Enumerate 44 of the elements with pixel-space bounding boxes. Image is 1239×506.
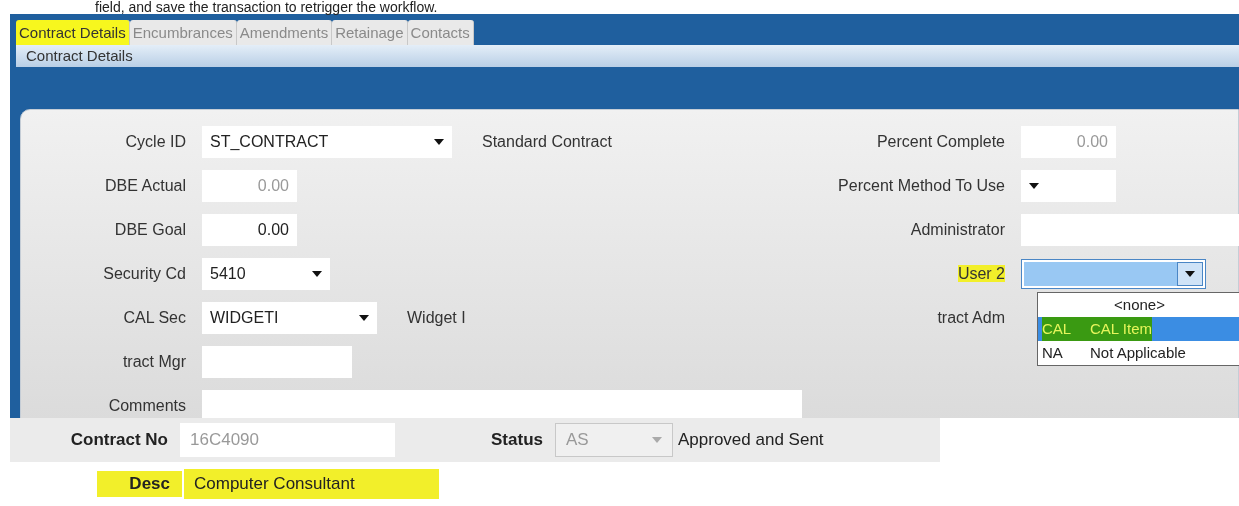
combo-field[interactable]	[1021, 259, 1206, 289]
tab[interactable]: Retainage	[332, 20, 408, 45]
dropdown-field[interactable]: 5410	[202, 258, 330, 290]
tab[interactable]: Encumbrances	[129, 20, 237, 45]
caption-text: field, and save the transaction to retrigger the workflow.	[94, 0, 439, 14]
input-field[interactable]	[202, 346, 352, 378]
caret-icon	[359, 315, 369, 321]
field-label: DBE Goal	[114, 221, 186, 238]
field-label: Administrator	[910, 221, 1005, 238]
field-label: DBE Actual	[105, 177, 186, 194]
field-label: Percent Method To Use	[838, 177, 1005, 194]
field-label: Desc	[97, 471, 182, 497]
field-label: tract Adm	[937, 309, 1005, 326]
caret-icon	[434, 139, 444, 145]
caret-icon	[1185, 271, 1195, 277]
dropdown-field[interactable]	[1021, 170, 1116, 202]
field-label: Status	[490, 429, 544, 452]
dropdown-field[interactable]: WIDGETI	[202, 302, 377, 334]
dropdown-option[interactable]: <none>	[1038, 293, 1239, 317]
field-description: Standard Contract	[481, 132, 612, 152]
dropdown-option[interactable]: NA Not Applicable	[1038, 341, 1239, 365]
input-field[interactable]: 0.00	[202, 214, 297, 246]
description-text: Computer Consultant	[184, 469, 439, 499]
caret-icon	[652, 437, 662, 443]
section-title: Contract Details	[16, 45, 1239, 67]
caret-icon	[1029, 183, 1039, 189]
field-label: Contract No	[69, 429, 169, 452]
field-label: Security Cd	[103, 265, 186, 282]
field-label: Percent Complete	[876, 133, 1005, 150]
field-label: tract Mgr	[122, 353, 186, 370]
input-field[interactable]	[202, 390, 802, 418]
field-label: Cycle ID	[125, 133, 186, 150]
tab[interactable]: Amendments	[236, 20, 333, 45]
tab[interactable]: Contract Details	[16, 20, 130, 45]
dropdown-option[interactable]: CAL CAL Item	[1038, 317, 1239, 341]
field-label: User 2	[957, 265, 1005, 282]
status-description: Approved and Sent	[677, 429, 825, 452]
field-label: Comments	[108, 397, 186, 414]
field-label: CAL Sec	[123, 309, 186, 326]
tab[interactable]: Contacts	[407, 20, 474, 45]
field-description: Widget I	[406, 308, 466, 328]
dropdown-field[interactable]: ST_CONTRACT	[202, 126, 452, 158]
caret-icon	[312, 271, 322, 277]
dropdown-button[interactable]	[1177, 262, 1203, 286]
